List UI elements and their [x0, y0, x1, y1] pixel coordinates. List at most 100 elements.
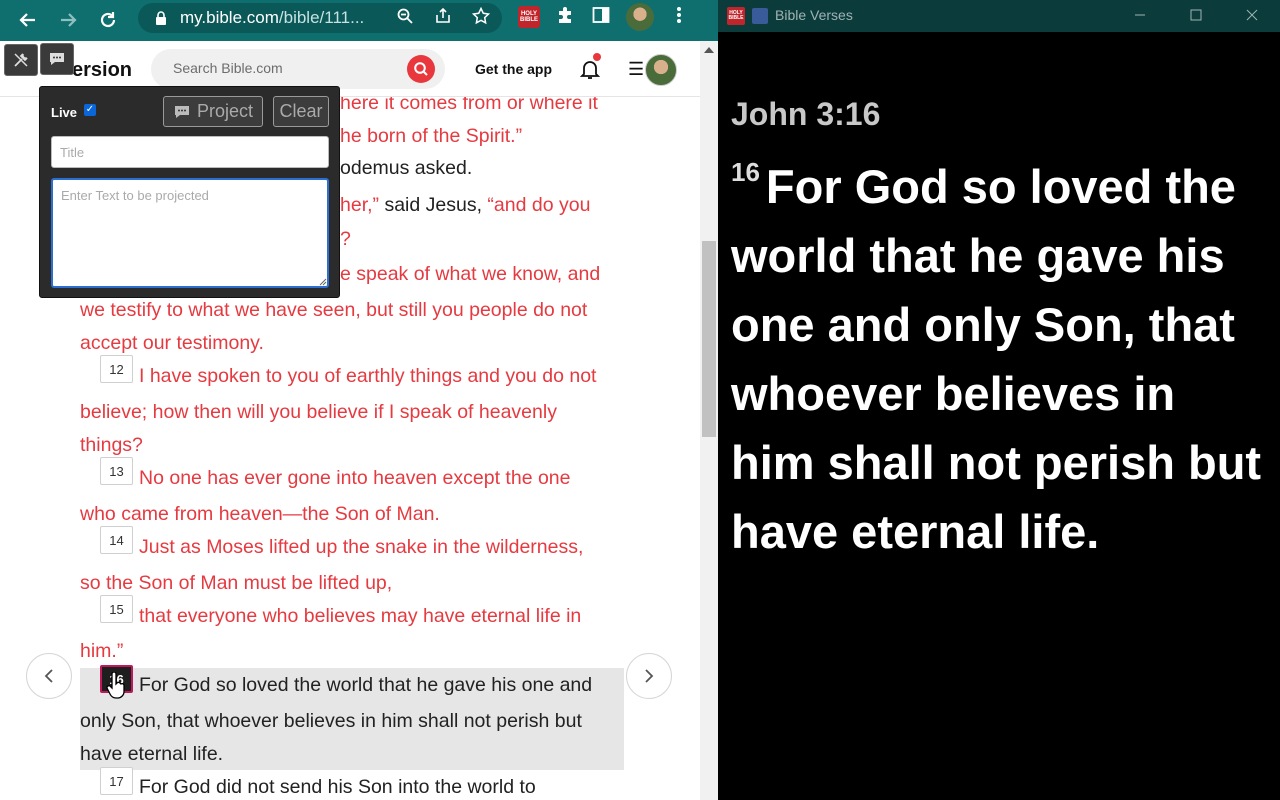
- passage-line: ?: [340, 228, 351, 250]
- search-input[interactable]: [173, 60, 393, 76]
- zoom-icon[interactable]: [394, 7, 416, 30]
- puzzle-extensions-icon[interactable]: [554, 5, 576, 30]
- chevron-left-icon: [44, 669, 53, 683]
- window-controls: [1112, 0, 1280, 32]
- user-avatar[interactable]: [645, 54, 677, 86]
- next-chapter-button[interactable]: [626, 653, 672, 699]
- passage-line: only Son, that whoever believes in him s…: [80, 710, 582, 732]
- verse-number[interactable]: 17: [100, 767, 133, 795]
- project-button-label: Project: [196, 101, 254, 121]
- page-scrollbar[interactable]: [700, 41, 718, 800]
- title-input[interactable]: [51, 136, 329, 168]
- projection-titlebar[interactable]: HOLY BIBLE Bible Verses: [718, 0, 1280, 32]
- site-logo-text[interactable]: ersion: [72, 59, 132, 82]
- side-panel-icon[interactable]: [590, 6, 612, 29]
- arrow-left-icon: [19, 13, 35, 27]
- projection-text-area[interactable]: [51, 178, 329, 288]
- resize-grip-icon[interactable]: [317, 276, 327, 286]
- reload-icon: [100, 12, 116, 28]
- get-app-link[interactable]: Get the app: [475, 61, 552, 77]
- passage-line: For God so loved the world that he gave …: [139, 674, 593, 696]
- scroll-up-arrow[interactable]: [704, 47, 714, 53]
- verse-reference: John 3:16: [731, 96, 881, 132]
- chevron-right-icon: [645, 669, 654, 683]
- passage-line: we testify to what we have seen, but sti…: [80, 299, 588, 321]
- passage-line: Just as Moses lifted up the snake in the…: [139, 536, 584, 558]
- url-host: my.bible.com: [180, 8, 279, 27]
- passage-line: No one has ever gone into heaven except …: [139, 467, 571, 489]
- maximize-button[interactable]: [1168, 0, 1224, 30]
- hamburger-menu-icon[interactable]: ☰: [628, 59, 644, 80]
- live-project-panel: Live ✓ Project Clear: [39, 86, 340, 298]
- chat-bubble-icon: [50, 53, 64, 65]
- chrome-menu-icon[interactable]: [668, 6, 690, 29]
- close-icon: [1246, 9, 1258, 21]
- verse-number[interactable]: 12: [100, 355, 133, 383]
- browser-window: my.bible.com/bible/111... HOLY BIBLE ers…: [0, 0, 718, 800]
- share-icon[interactable]: [432, 7, 454, 30]
- clear-button-label: Clear: [279, 101, 323, 121]
- previous-chapter-button[interactable]: [26, 653, 72, 699]
- passage-line: have eternal life.: [80, 743, 224, 765]
- passage-line: he born of the Spirit.”: [340, 125, 523, 147]
- profile-avatar[interactable]: [626, 3, 654, 31]
- back-button[interactable]: [16, 8, 40, 32]
- screen: my.bible.com/bible/111... HOLY BIBLE ers…: [0, 0, 1280, 800]
- bible-app-icon: HOLY BIBLE: [727, 7, 745, 25]
- passage-line: that everyone who believes may have eter…: [139, 605, 582, 627]
- passage-line: odemus asked.: [340, 157, 473, 179]
- bookmark-star-icon[interactable]: [470, 6, 492, 30]
- clear-button[interactable]: Clear: [273, 96, 329, 127]
- bible-extension-icon[interactable]: HOLY BIBLE: [518, 6, 540, 28]
- extensions-area: HOLY BIBLE: [518, 3, 690, 31]
- passage-line: him.”: [80, 640, 124, 662]
- url-text: my.bible.com/bible/111...: [180, 8, 364, 28]
- tools-icon: [14, 53, 28, 67]
- verses-app-icon: [752, 8, 768, 24]
- passage-fragment: “and do you: [487, 194, 591, 216]
- search-button[interactable]: [407, 55, 435, 83]
- passage-line: her,” said Jesus, “and do you: [340, 194, 590, 216]
- minimize-button[interactable]: [1112, 0, 1168, 30]
- hand-cursor-icon: [106, 672, 125, 699]
- passage-line: so the Son of Man must be lifted up,: [80, 572, 393, 594]
- tools-button[interactable]: [4, 44, 38, 76]
- verse-number[interactable]: 14: [100, 526, 133, 554]
- passage-line: here it comes from or where it: [340, 97, 598, 114]
- passage-line: accept our testimony.: [80, 332, 264, 354]
- notification-dot: [593, 53, 601, 61]
- browser-toolbar: my.bible.com/bible/111... HOLY BIBLE: [0, 0, 718, 41]
- site-info-icon[interactable]: [152, 9, 170, 27]
- projected-verse-number: 16: [731, 157, 760, 187]
- verse-number[interactable]: 15: [100, 595, 133, 623]
- window-title: Bible Verses: [775, 7, 853, 23]
- address-bar[interactable]: my.bible.com/bible/111...: [138, 3, 502, 33]
- projected-verse: 16 For God so loved the world that he gav…: [731, 152, 1271, 566]
- live-checkbox[interactable]: ✓: [84, 104, 96, 116]
- chat-toggle-button[interactable]: [40, 43, 74, 75]
- passage-fragment: said Jesus,: [379, 194, 488, 216]
- search-icon: [414, 62, 428, 76]
- arrow-right-icon: [61, 13, 77, 27]
- passage-fragment: her,”: [340, 194, 380, 216]
- site-search: [151, 49, 445, 89]
- project-button[interactable]: Project: [163, 96, 263, 127]
- projected-verse-text: For God so loved the world that he gave …: [731, 160, 1262, 558]
- chat-bubble-icon: [174, 105, 189, 118]
- live-label: Live: [51, 105, 78, 120]
- passage-line: e speak of what we know, and: [340, 263, 601, 285]
- reload-button[interactable]: [96, 8, 120, 32]
- projection-window: HOLY BIBLE Bible Verses John 3:16 16 For …: [718, 0, 1280, 800]
- close-button[interactable]: [1224, 0, 1280, 30]
- omnibox-actions: [394, 6, 492, 30]
- passage-line: For God did not send his Son into the wo…: [139, 776, 536, 798]
- scroll-thumb[interactable]: [702, 241, 716, 437]
- minimize-icon: [1135, 14, 1145, 16]
- passage-line: things?: [80, 434, 143, 456]
- verse-number[interactable]: 13: [100, 457, 133, 485]
- passage-line: I have spoken to you of earthly things a…: [139, 365, 597, 387]
- maximize-icon: [1190, 9, 1202, 21]
- passage-line: believe; how then will you believe if I …: [80, 401, 557, 423]
- forward-button[interactable]: [56, 8, 80, 32]
- url-path: /bible/111...: [278, 8, 365, 27]
